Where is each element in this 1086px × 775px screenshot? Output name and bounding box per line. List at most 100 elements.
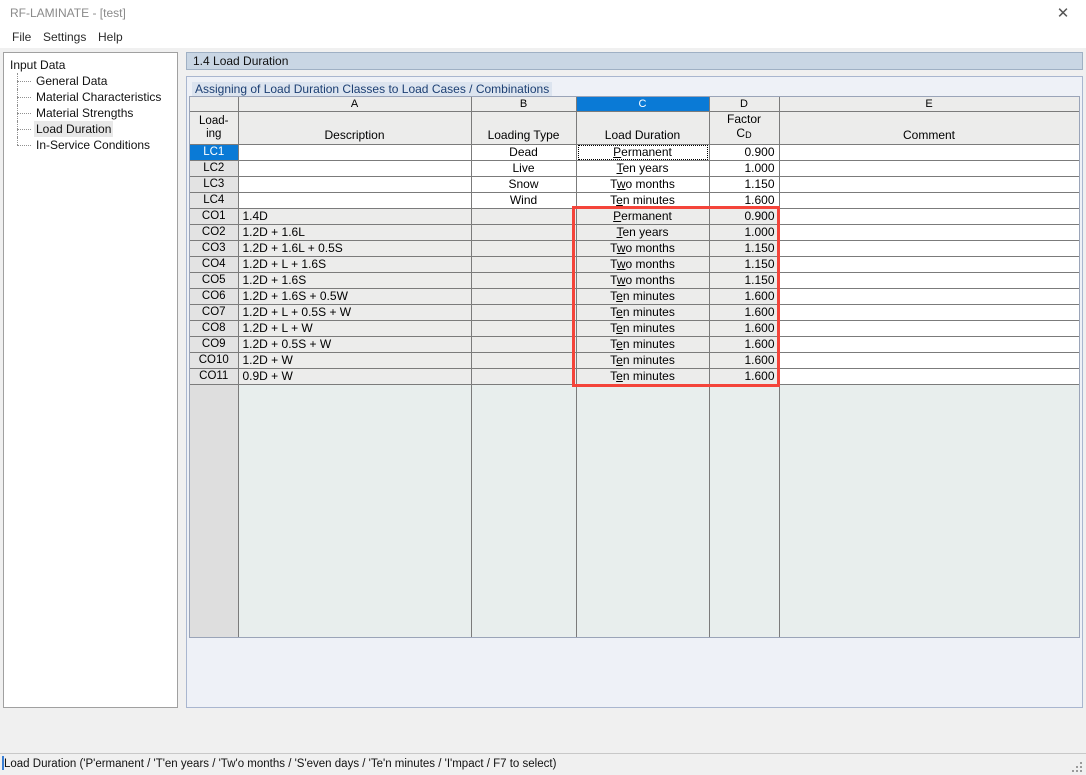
empty-table-row[interactable] [190,416,1079,432]
cell-loading-type[interactable] [471,496,577,512]
cell-load-duration[interactable] [576,624,710,637]
cell-factor-cd[interactable]: 1.600 [709,304,780,321]
cell-comment[interactable] [779,144,1079,161]
row-id-cell[interactable]: CO10 [190,352,239,369]
cell-description[interactable] [238,592,472,608]
cell-description[interactable] [238,192,472,209]
cell-loading-type[interactable] [471,272,577,289]
cell-load-duration[interactable]: Ten years [576,160,710,177]
cell-comment[interactable] [779,624,1079,637]
table-row[interactable]: LC1 Dead Permanent 0.900 [190,144,1079,161]
cell-comment[interactable] [779,592,1079,608]
cell-factor-cd[interactable]: 1.150 [709,256,780,273]
cell-comment[interactable] [779,576,1079,592]
cell-comment[interactable] [779,480,1079,496]
cell-comment[interactable] [779,464,1079,480]
table-row[interactable]: CO11 0.9D + W Ten minutes 1.600 [190,368,1079,385]
cell-loading-type[interactable] [471,256,577,273]
cell-load-duration[interactable] [576,400,710,416]
cell-description[interactable]: 1.2D + 1.6S + 0.5W [238,288,472,305]
cell-comment[interactable] [779,304,1079,321]
cell-description[interactable] [238,624,472,637]
cell-comment[interactable] [779,432,1079,448]
cell-description[interactable] [238,512,472,528]
empty-table-row[interactable] [190,496,1079,512]
cell-load-duration[interactable]: Permanent [576,144,710,161]
close-icon[interactable]: ✕ [1040,0,1086,26]
row-id-cell[interactable] [190,624,239,637]
empty-table-row[interactable] [190,512,1079,528]
cell-comment[interactable] [779,496,1079,512]
cell-factor-cd[interactable]: 1.600 [709,320,780,337]
cell-factor-cd[interactable] [709,496,780,512]
table-row[interactable]: LC3 Snow Two months 1.150 [190,176,1079,193]
cell-load-duration[interactable] [576,528,710,544]
cell-load-duration[interactable]: Ten minutes [576,304,710,321]
cell-comment[interactable] [779,208,1079,225]
row-id-cell[interactable]: CO8 [190,320,239,337]
column-letter-d[interactable]: D [709,97,780,112]
cell-comment[interactable] [779,352,1079,369]
cell-comment[interactable] [779,256,1079,273]
empty-table-row[interactable] [190,384,1079,400]
row-id-cell[interactable]: CO1 [190,208,239,225]
cell-description[interactable]: 1.2D + 0.5S + W [238,336,472,353]
table-row[interactable]: CO3 1.2D + 1.6L + 0.5S Two months 1.150 [190,240,1079,257]
cell-description[interactable]: 1.2D + L + 0.5S + W [238,304,472,321]
cell-factor-cd[interactable] [709,448,780,464]
cell-load-duration[interactable]: Ten minutes [576,288,710,305]
row-id-cell[interactable] [190,608,239,624]
cell-comment[interactable] [779,224,1079,241]
row-id-cell[interactable]: CO2 [190,224,239,241]
cell-load-duration[interactable]: Two months [576,256,710,273]
cell-load-duration[interactable]: Ten years [576,224,710,241]
cell-factor-cd[interactable] [709,528,780,544]
table-row[interactable]: CO9 1.2D + 0.5S + W Ten minutes 1.600 [190,336,1079,353]
table-row[interactable]: LC4 Wind Ten minutes 1.600 [190,192,1079,209]
empty-table-row[interactable] [190,592,1079,608]
table-row[interactable]: CO4 1.2D + L + 1.6S Two months 1.150 [190,256,1079,273]
table-row[interactable]: CO7 1.2D + L + 0.5S + W Ten minutes 1.600 [190,304,1079,321]
cell-load-duration[interactable] [576,608,710,624]
cell-load-duration[interactable] [576,384,710,400]
cell-description[interactable] [238,400,472,416]
cell-factor-cd[interactable] [709,512,780,528]
row-id-cell[interactable] [190,464,239,480]
cell-description[interactable] [238,144,472,161]
cell-load-duration[interactable] [576,416,710,432]
table-row[interactable]: LC2 Live Ten years 1.000 [190,160,1079,177]
cell-factor-cd[interactable] [709,384,780,400]
cell-description[interactable]: 1.2D + 1.6S [238,272,472,289]
cell-load-duration[interactable]: Ten minutes [576,320,710,337]
cell-loading-type[interactable] [471,512,577,528]
cell-comment[interactable] [779,528,1079,544]
row-id-cell[interactable]: CO4 [190,256,239,273]
cell-description[interactable] [238,528,472,544]
cell-description[interactable] [238,448,472,464]
empty-table-row[interactable] [190,624,1079,637]
cell-loading-type[interactable]: Wind [471,192,577,209]
cell-description[interactable]: 1.2D + L + W [238,320,472,337]
cell-loading-type[interactable] [471,240,577,257]
cell-comment[interactable] [779,320,1079,337]
cell-factor-cd[interactable] [709,560,780,576]
menu-item-help[interactable]: Help [96,30,125,44]
empty-table-row[interactable] [190,608,1079,624]
sidebar-item-load-duration[interactable]: Load Duration [10,121,177,137]
cell-loading-type[interactable] [471,448,577,464]
row-id-cell[interactable] [190,448,239,464]
tree-root-label[interactable]: Input Data [10,57,177,73]
sidebar-item-material-characteristics[interactable]: Material Characteristics [10,89,177,105]
column-letter-c[interactable]: C [576,97,710,112]
cell-loading-type[interactable]: Live [471,160,577,177]
row-id-cell[interactable]: CO11 [190,368,239,385]
sidebar-item-general-data[interactable]: General Data [10,73,177,89]
cell-factor-cd[interactable] [709,432,780,448]
row-id-cell[interactable] [190,512,239,528]
cell-factor-cd[interactable]: 1.000 [709,224,780,241]
table-row[interactable]: CO6 1.2D + 1.6S + 0.5W Ten minutes 1.600 [190,288,1079,305]
cell-factor-cd[interactable] [709,624,780,637]
cell-load-duration[interactable] [576,432,710,448]
cell-factor-cd[interactable]: 0.900 [709,208,780,225]
cell-load-duration[interactable]: Ten minutes [576,368,710,385]
